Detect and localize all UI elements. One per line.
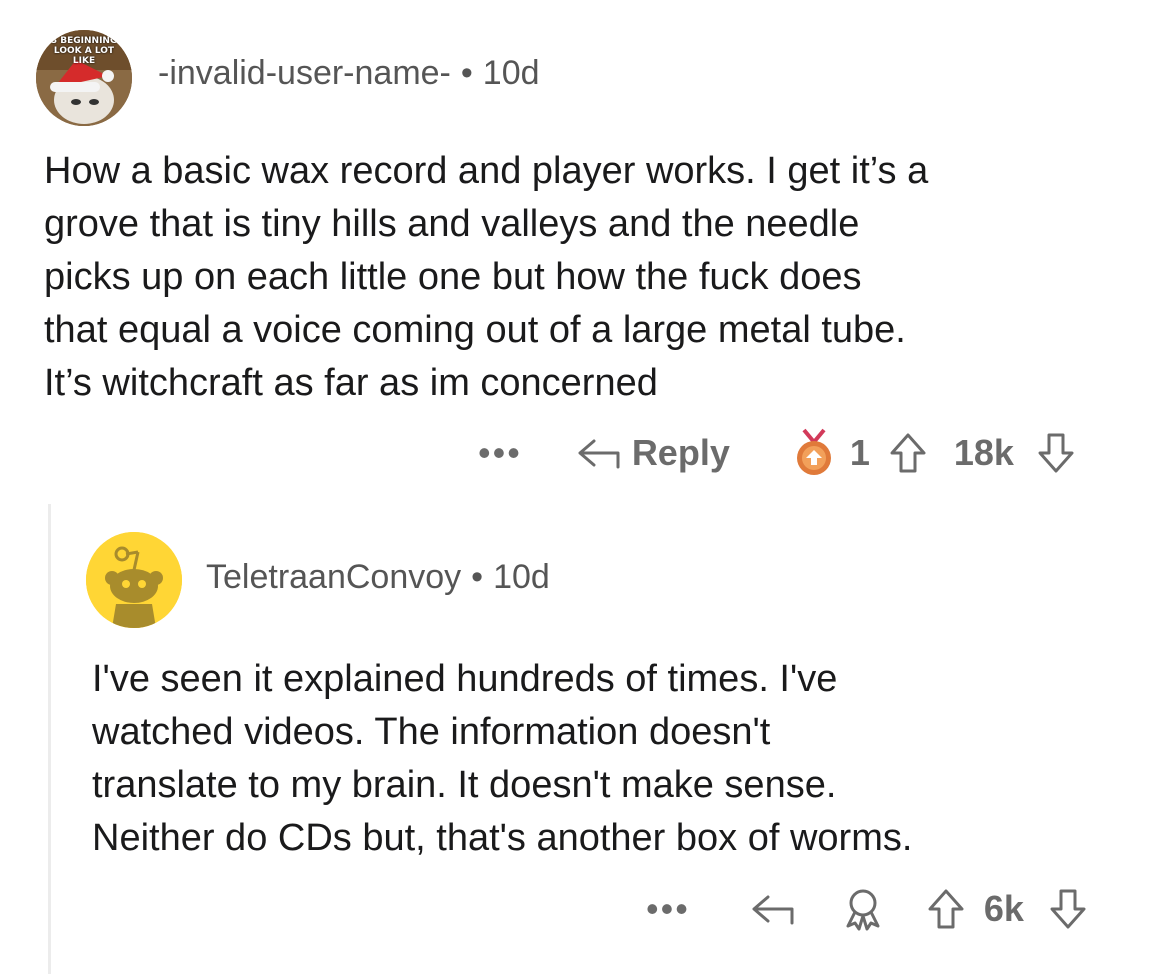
reply-arrow-icon[interactable] [750,891,796,927]
downvote-arrow-icon[interactable] [1048,887,1088,931]
comment-body: How a basic wax record and player works.… [44,150,929,404]
reply-button[interactable]: Reply [576,432,730,474]
username[interactable]: TeletraanConvoy [206,558,461,596]
upvote-arrow-icon[interactable] [888,431,928,475]
upvote-arrow-icon[interactable] [926,887,966,931]
comment-actions: ••• Reply 1 18k [478,428,1076,478]
downvote-arrow-icon[interactable] [1036,431,1076,475]
comment-body: I've seen it explained hundreds of times… [92,658,913,859]
comment-age: 10d [493,558,550,596]
more-options-button[interactable]: ••• [478,435,522,471]
user-avatar[interactable] [86,532,182,628]
reply-label: Reply [631,432,730,473]
award-medal-icon[interactable] [792,428,836,478]
vote-count: 6k [983,888,1024,929]
avatar-caption: S BEGINNING LOOK A LOT LIKE [50,36,118,66]
award-ribbon-icon[interactable] [840,886,886,932]
thread-line[interactable] [48,504,51,974]
comment-age: 10d [482,54,540,92]
user-avatar[interactable]: S BEGINNING LOOK A LOT LIKE [36,30,132,126]
comment-actions: ••• 6k [646,884,1088,934]
vote-count: 18k [953,432,1014,473]
comment-meta: TeletraanConvoy • 10d [206,558,550,597]
meta-separator: • [460,54,473,92]
reply-arrow-icon [578,439,620,469]
comment-meta: -invalid-user-name- • 10d [158,54,540,93]
award-count: 1 [849,432,870,473]
snoo-avatar-icon [86,532,182,628]
more-options-button[interactable]: ••• [646,891,690,927]
username[interactable]: -invalid-user-name- [158,54,451,92]
meta-separator: • [471,558,484,596]
